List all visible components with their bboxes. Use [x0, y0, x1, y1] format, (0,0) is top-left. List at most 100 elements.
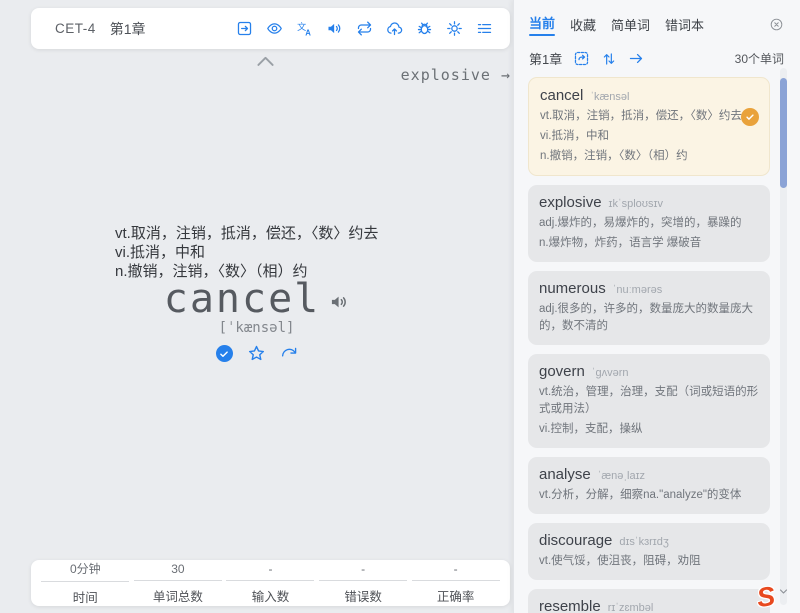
card-word: cancel — [540, 87, 583, 104]
card-word-row: explosive ɪkˈsploʊsɪv — [539, 194, 759, 212]
stat-value: - — [412, 562, 500, 581]
settings-gear-icon[interactable] — [446, 20, 463, 37]
sidebar-chapter-row: 第1章 30个单词 — [514, 42, 800, 76]
word-card-list: cancel ˈkænsəl vt.取消，注销，抵消，偿还，〈数〉约去 vi.抵消，中… — [514, 75, 800, 613]
current-word-row: cancel — [0, 276, 513, 322]
current-word: cancel — [164, 276, 321, 322]
card-word: numerous — [539, 280, 606, 297]
shuffle-icon[interactable] — [573, 50, 590, 67]
next-chapter-arrow-icon[interactable] — [628, 50, 645, 67]
stat-输入数: -输入数 — [226, 562, 314, 605]
word-card-resemble[interactable]: resemblerɪˈzɛmbəlvt.与...相像，类似于 — [528, 589, 770, 613]
cloud-upload-icon[interactable] — [386, 20, 403, 37]
card-word: explosive — [539, 194, 602, 211]
chapter-label: 第1章 — [110, 19, 146, 39]
tab-easy-words[interactable]: 简单词 — [611, 15, 650, 34]
card-definition: vt.使气馁，使沮丧，阻碍，劝阻 — [539, 553, 759, 570]
word-card-numerous[interactable]: numerous ˈnuːmərəs adj.很多的，许多的，数量庞大的数量庞大的，… — [528, 271, 770, 345]
peek-arrow-icon: → — [501, 66, 511, 84]
scroll-down-chevron-icon[interactable] — [779, 588, 788, 595]
card-word-row: discourage dɪsˈkɜrɪdʒ — [539, 532, 759, 550]
card-definition: n.爆炸物，炸药，语言学 爆破音 — [539, 235, 759, 252]
sort-icon[interactable] — [601, 51, 617, 67]
favorite-star-icon[interactable] — [247, 344, 266, 363]
card-phonetic: ɪkˈsploʊsɪv — [609, 198, 663, 210]
stat-label: 时间 — [41, 582, 129, 606]
check-icon — [219, 349, 229, 359]
card-phonetic: ˈɡʌvərn — [592, 367, 629, 379]
phonetic-label: [ˈkænsəl] — [0, 320, 513, 336]
stat-label: 输入数 — [226, 581, 314, 605]
card-phonetic: ˈkænsəl — [590, 91, 629, 103]
card-word-row: resemble rɪˈzɛmbəl — [539, 598, 759, 613]
card-definition: adj.爆炸的，易爆炸的，突增的，暴躁的 — [539, 215, 759, 232]
card-phonetic: ˈænəˌlaɪz — [598, 470, 645, 482]
word-card-discourage[interactable]: discourage dɪsˈkɜrɪdʒ vt.使气馁，使沮丧，阻碍，劝阻 — [528, 523, 770, 580]
stat-label: 正确率 — [412, 581, 500, 605]
card-word: govern — [539, 363, 585, 380]
card-phonetic: dɪsˈkɜrɪdʒ — [619, 536, 668, 548]
card-definition: adj.很多的，许多的，数量庞大的数量庞大的，数不清的 — [539, 301, 759, 335]
main-area: CET-4 第1章 文 A — [0, 0, 513, 613]
stat-单词总数: 30单词总数 — [134, 562, 222, 605]
card-word-row: numerous ˈnuːmərəs — [539, 280, 759, 298]
word-count-label: 30个单词 — [735, 50, 784, 67]
card-word-row: cancel ˈkænsəl — [540, 87, 758, 105]
topbar-icons: 文 A — [236, 20, 493, 37]
exit-icon[interactable] — [236, 20, 253, 37]
card-definition: vt.统治，管理，治理，支配（词或短语的形式或用法） — [539, 384, 759, 418]
card-word-row: govern ˈɡʌvərn — [539, 363, 759, 381]
card-definition: vi.抵消，中和 — [540, 128, 758, 145]
card-word: resemble — [539, 598, 601, 613]
stats-bar: 0分钟时间30单词总数-输入数-错误数-正确率 — [31, 560, 510, 606]
card-definition: n.撤销，注销，〈数〉（相）约 — [540, 148, 758, 165]
learned-check-badge-icon — [741, 108, 759, 126]
stat-时间: 0分钟时间 — [41, 560, 129, 606]
word-definitions: vt.取消，注销，抵消，偿还，〈数〉约去 vi.抵消，中和 n.撤销，注销，〈数… — [115, 224, 378, 281]
tab-wrong-words[interactable]: 错词本 — [665, 15, 704, 34]
bug-icon[interactable] — [416, 20, 433, 37]
definition-line: vt.取消，注销，抵消，偿还，〈数〉约去 — [115, 224, 378, 243]
stat-value: 30 — [134, 562, 222, 581]
close-icon[interactable] — [769, 17, 784, 32]
sidebar-chapter-label: 第1章 — [529, 49, 562, 68]
svg-text:A: A — [305, 29, 311, 37]
card-phonetic: rɪˈzɛmbəl — [608, 602, 654, 613]
stat-label: 单词总数 — [134, 581, 222, 605]
card-phonetic: ˈnuːmərəs — [613, 284, 663, 296]
stat-value: 0分钟 — [41, 560, 129, 582]
sidebar: 当前收藏简单词错词本 第1章 30个单词 cancel ˈkænsəl vt.取消，… — [513, 0, 800, 613]
word-cards: cancel ˈkænsəl vt.取消，注销，抵消，偿还，〈数〉约去 vi.抵消，中… — [528, 77, 770, 613]
stat-label: 错误数 — [319, 581, 407, 605]
tab-favorites[interactable]: 收藏 — [570, 15, 596, 34]
card-definition: vt.分析，分解，细察na."analyze"的变体 — [539, 487, 759, 504]
stat-正确率: -正确率 — [412, 562, 500, 605]
scrollbar-thumb[interactable] — [780, 78, 787, 188]
word-card-explosive[interactable]: explosive ɪkˈsploʊsɪv adj.爆炸的，易爆炸的，突增的，暴躁的… — [528, 185, 770, 262]
course-label: CET-4 — [55, 21, 96, 36]
word-actions — [0, 344, 513, 363]
speaker-icon[interactable] — [326, 20, 343, 37]
next-word-peek[interactable]: explosive → — [0, 66, 511, 84]
mark-known-button[interactable] — [216, 345, 233, 362]
stat-value: - — [226, 562, 314, 581]
translate-icon[interactable]: 文 A — [296, 20, 313, 37]
sidebar-tabs: 当前收藏简单词错词本 — [514, 0, 800, 42]
word-card-analyse[interactable]: analyse ˈænəˌlaɪz vt.分析，分解，细察na."analyze"的… — [528, 457, 770, 514]
card-word: discourage — [539, 532, 612, 549]
peek-word: explosive — [401, 66, 491, 84]
word-card-cancel[interactable]: cancel ˈkænsəl vt.取消，注销，抵消，偿还，〈数〉约去 vi.抵消，中… — [528, 77, 770, 176]
redo-icon[interactable] — [280, 345, 298, 363]
scrollbar-track[interactable] — [780, 68, 787, 605]
stat-错误数: -错误数 — [319, 562, 407, 605]
repeat-icon[interactable] — [356, 20, 373, 37]
eye-icon[interactable] — [266, 20, 283, 37]
card-word-row: analyse ˈænəˌlaɪz — [539, 466, 759, 484]
word-card-govern[interactable]: govern ˈɡʌvərn vt.统治，管理，治理，支配（词或短语的形式或用法） v… — [528, 354, 770, 448]
pronounce-speaker-icon[interactable] — [329, 292, 349, 312]
tab-current[interactable]: 当前 — [529, 13, 555, 36]
card-definition: vi.控制，支配，操纵 — [539, 421, 759, 438]
card-word: analyse — [539, 466, 591, 483]
card-definition: vt.取消，注销，抵消，偿还，〈数〉约去 — [540, 108, 758, 125]
menu-lines-icon[interactable] — [476, 20, 493, 37]
